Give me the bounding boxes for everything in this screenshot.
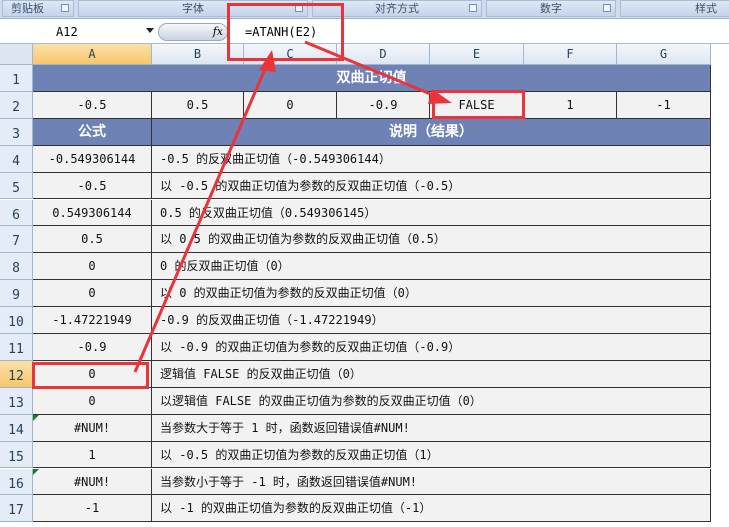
annotation-arrows [133,40,452,373]
arrow-head-icon [259,50,276,72]
arrow-line [133,61,270,373]
arrow-head-icon [428,89,452,104]
arrow-line [304,40,441,100]
